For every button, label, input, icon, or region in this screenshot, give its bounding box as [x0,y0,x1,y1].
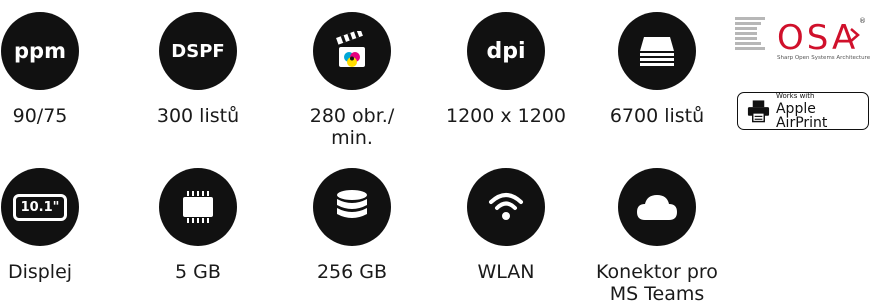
feature-capacity: 6700 listů [582,12,732,127]
cloud-icon [618,168,696,246]
feature-ppm: ppm 90/75 [0,12,115,127]
ppm-icon: ppm [1,12,79,90]
feature-dspf: DSPF 300 listů [123,12,273,127]
airprint-works-with: Works with [775,91,815,100]
svg-text:OSA: OSA [777,18,858,55]
feature-storage: 256 GB [277,168,427,283]
printer-icon [747,100,770,123]
paper-stack-icon [618,12,696,90]
speed-label: 280 obr./ min. [309,105,395,149]
display-label: Displej [7,261,73,283]
feature-speed: 280 obr./ min. [277,12,427,149]
storage-label: 256 GB [316,261,388,283]
ppm-label: 90/75 [12,105,68,127]
feature-dpi: dpi 1200 x 1200 [431,12,581,127]
database-icon [313,168,391,246]
teams-label: Konektor pro MS Teams [596,261,718,305]
osa-tagline: Sharp Open Systems Architecture [777,55,871,61]
wlan-label: WLAN [477,261,535,283]
airprint-badge: Works with Apple AirPrint [737,92,869,130]
clapperboard-cmyk-icon [313,12,391,90]
svg-text:®: ® [859,17,866,25]
dpi-icon: dpi [467,12,545,90]
ram-label: 5 GB [175,261,221,283]
display-icon: 10.1" [1,168,79,246]
dpi-label: 1200 x 1200 [445,105,567,127]
dspf-icon: DSPF [159,12,237,90]
feature-display: 10.1" Displej [0,168,115,283]
wifi-icon [467,168,545,246]
feature-ram: 5 GB [123,168,273,283]
dspf-label: 300 listů [156,105,240,127]
feature-wlan: WLAN [431,168,581,283]
memory-chip-icon [159,168,237,246]
airprint-name: Apple AirPrint [775,100,828,131]
osa-logo: OSA ® Sharp Open Systems Architecture [733,15,871,70]
feature-teams: Konektor pro MS Teams [582,168,732,305]
capacity-label: 6700 listů [609,105,705,127]
